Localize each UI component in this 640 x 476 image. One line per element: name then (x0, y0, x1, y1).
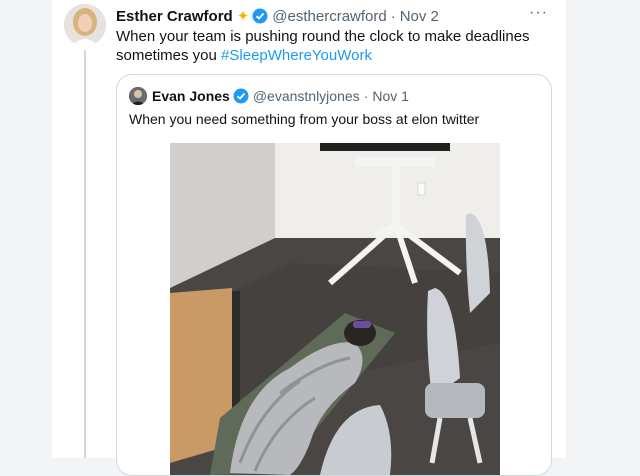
tweet-header: Esther Crawford ✦ @esthercrawford · Nov … (116, 6, 439, 26)
quoted-author-name[interactable]: Evan Jones (152, 88, 230, 104)
more-options-icon[interactable]: ··· (529, 4, 548, 22)
tweet-text: When your team is pushing round the cloc… (116, 27, 546, 65)
quoted-author-handle[interactable]: @evanstnlyjones (253, 88, 360, 104)
sparkle-icon: ✦ (236, 8, 250, 25)
tweet-date[interactable]: Nov 2 (400, 8, 439, 25)
avatar[interactable] (64, 4, 106, 46)
verified-badge-icon (233, 88, 249, 104)
quoted-avatar[interactable] (129, 87, 147, 105)
quoted-tweet-photo[interactable] (170, 143, 500, 475)
quoted-tweet-header: Evan Jones @evanstnlyjones · Nov 1 (129, 87, 409, 105)
right-background (566, 0, 640, 458)
separator-dot: · (390, 7, 396, 25)
tweet-card[interactable]: Esther Crawford ✦ @esthercrawford · Nov … (52, 0, 566, 476)
quoted-tweet[interactable]: Evan Jones @evanstnlyjones · Nov 1 When … (116, 74, 552, 476)
author-name[interactable]: Esther Crawford (116, 8, 233, 25)
verified-badge-icon (252, 8, 268, 24)
quoted-tweet-text: When you need something from your boss a… (129, 111, 480, 127)
quoted-tweet-date[interactable]: Nov 1 (372, 88, 409, 104)
thread-line (84, 50, 86, 458)
separator-dot: · (363, 88, 369, 104)
author-handle[interactable]: @esthercrawford (272, 8, 386, 25)
hashtag-link[interactable]: #SleepWhereYouWork (221, 47, 372, 64)
left-background (0, 0, 52, 458)
